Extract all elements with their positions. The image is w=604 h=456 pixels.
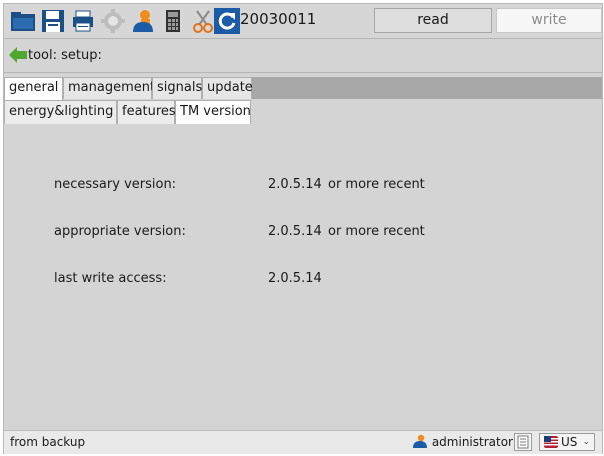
last-write-access-value: 2.0.5.14 (268, 271, 322, 286)
users-icon[interactable] (130, 8, 156, 34)
toolbar: 20030011 read write (4, 4, 602, 39)
status-text: from backup (10, 435, 86, 449)
path-label: tool: setup: (28, 48, 102, 63)
refresh-icon[interactable] (214, 8, 240, 34)
necessary-version-value: 2.0.5.14 (268, 177, 322, 192)
tab-update[interactable]: update (202, 77, 253, 99)
main-tab-bar: general management signals update (4, 77, 602, 101)
sub-tab-bar: energy&lighting features TM version (4, 100, 602, 125)
appropriate-version-value: 2.0.5.14 (268, 224, 322, 239)
path-bar: tool: setup: (4, 40, 602, 73)
write-button[interactable]: write (496, 8, 602, 33)
appropriate-version-note: or more recent (328, 224, 425, 239)
us-flag-icon (544, 436, 558, 448)
appropriate-version-label: appropriate version: (54, 224, 186, 239)
scissors-icon[interactable] (190, 8, 216, 34)
settings-icon[interactable] (100, 8, 126, 34)
document-icon[interactable] (514, 433, 532, 451)
version-panel: necessary version: 2.0.5.14 or more rece… (4, 125, 602, 425)
user-icon (412, 434, 428, 448)
tab-management[interactable]: management (63, 77, 155, 99)
tab-features[interactable]: features (117, 100, 176, 124)
user-name: administrator (431, 435, 513, 449)
current-user[interactable]: administrator (412, 434, 513, 449)
last-write-access-label: last write access: (54, 271, 167, 286)
calculator-icon[interactable] (160, 8, 186, 34)
tab-general[interactable]: general (4, 77, 63, 101)
app-window: 20030011 read write tool: setup: general… (3, 3, 603, 454)
status-bar: from backup administrator US ⌄ (4, 430, 602, 454)
folder-icon[interactable] (10, 8, 36, 34)
necessary-version-note: or more recent (328, 177, 425, 192)
read-button[interactable]: read (374, 8, 492, 33)
back-arrow-icon[interactable] (8, 45, 28, 65)
tab-energy-lighting[interactable]: energy&lighting (4, 100, 117, 124)
chevron-down-icon: ⌄ (582, 437, 590, 447)
tab-signals[interactable]: signals (152, 77, 202, 99)
print-icon[interactable] (70, 8, 96, 34)
language-select[interactable]: US ⌄ (539, 433, 595, 451)
save-icon[interactable] (40, 8, 66, 34)
necessary-version-label: necessary version: (54, 177, 177, 192)
device-id: 20030011 (240, 10, 317, 28)
language-label: US (561, 435, 578, 449)
tab-tm-version[interactable]: TM version (175, 100, 251, 124)
